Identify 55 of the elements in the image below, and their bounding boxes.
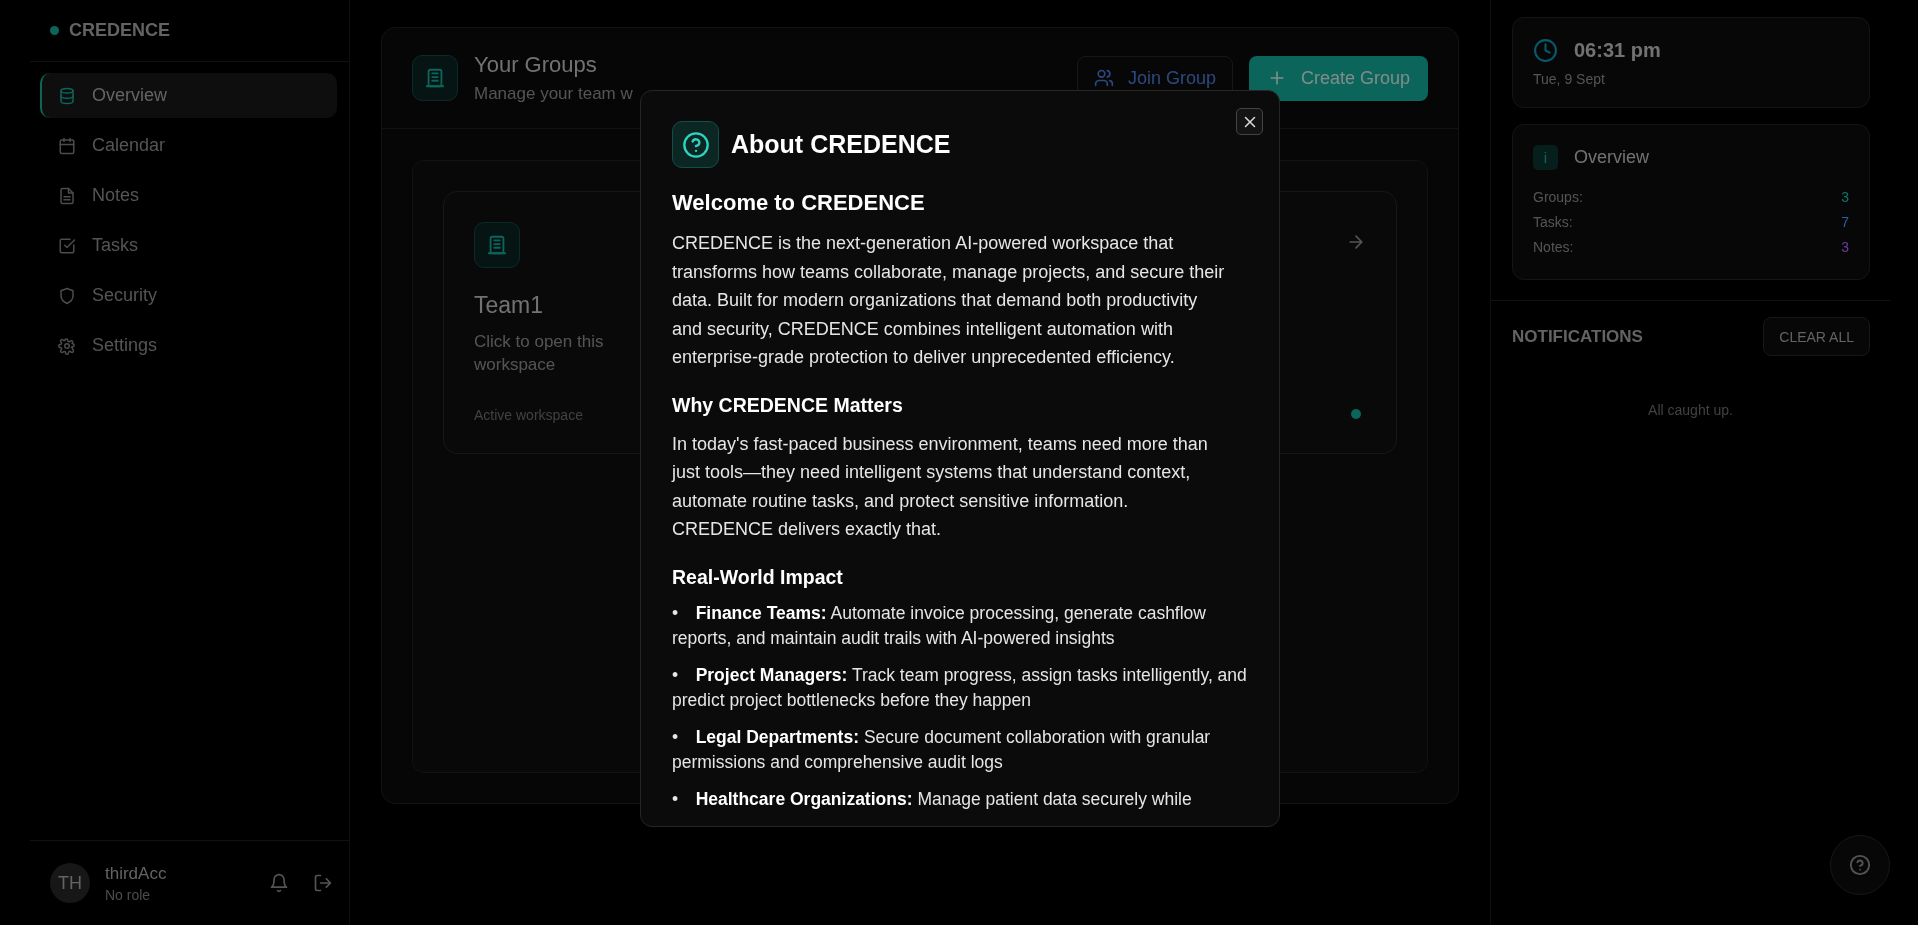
clock-time: 06:31 pm	[1574, 39, 1661, 62]
stat-label: Groups:	[1533, 188, 1583, 205]
stat-label: Tasks:	[1533, 213, 1573, 230]
list-item: • Project Managers: Track team progress, assign tasks intelligently, and predict project bottlenecks before they happen	[672, 663, 1248, 712]
stat-label: Notes:	[1533, 238, 1574, 255]
users-icon	[1093, 68, 1114, 88]
page-subtitle: Manage your team w	[474, 84, 633, 104]
calendar-icon	[58, 136, 76, 155]
group-name: Team1	[474, 292, 545, 319]
group-description: Click to open this workspace	[474, 331, 605, 376]
section-heading: Welcome to CREDENCE	[672, 190, 926, 216]
database-icon	[58, 86, 76, 105]
clock-icon	[1533, 38, 1558, 63]
settings-icon	[58, 336, 76, 355]
page-title: Your Groups	[474, 52, 598, 78]
paragraph: In today's fast-paced business environment, teams need more than just tools—they need intelligent systems that understand context, automate routine tasks, and protect sensitive information. CREDENCE delivers exactly that.	[672, 432, 1209, 541]
document-icon	[58, 186, 76, 205]
building-icon	[486, 234, 508, 256]
nav-item[interactable]: Calendar	[40, 123, 337, 168]
stat-value: 3	[1841, 238, 1849, 255]
status-dot	[50, 26, 59, 35]
building-icon	[424, 67, 446, 89]
group-status: Active workspace	[474, 407, 584, 423]
clear-all-button[interactable]: CLEAR ALL	[1763, 317, 1870, 356]
stat-value: 7	[1841, 213, 1849, 230]
nav-item[interactable]: Tasks	[40, 223, 337, 268]
dialog-title: About CREDENCE	[731, 130, 951, 159]
shield-icon	[58, 286, 76, 305]
help-icon	[1849, 854, 1871, 876]
section-heading: Why CREDENCE Matters	[672, 393, 904, 417]
checkbox-icon	[58, 236, 76, 255]
notifications-heading: NOTIFICATIONS	[1512, 326, 1643, 347]
overview-title: Overview	[1574, 147, 1649, 168]
user-role: No role	[105, 886, 152, 903]
nav-item[interactable]: Notes	[40, 173, 337, 218]
bell-icon	[269, 873, 289, 893]
clock-date: Tue, 9 Sept	[1533, 71, 1606, 87]
info-badge: i	[1533, 145, 1558, 170]
list-item: • Healthcare Organizations: Manage patient data securely while	[672, 787, 1193, 811]
avatar: TH	[50, 863, 90, 903]
list-item: • Legal Departments: Secure document collaboration with granular permissions and comprehensive audit logs	[672, 725, 1212, 774]
nav-item[interactable]: Security	[40, 273, 337, 318]
brand-name: CREDENCE	[69, 20, 170, 41]
empty-message: All caught up.	[1647, 402, 1734, 418]
help-icon	[681, 130, 710, 159]
stat-value: 3	[1841, 188, 1849, 205]
nav-item[interactable]: Overview	[40, 73, 337, 118]
user-name: thirdAcc	[105, 863, 168, 884]
paragraph: CREDENCE is the next-generation AI-powered workspace that transforms how teams collaborate, manage projects, and secure their data. Built for modern organizations that demand both productivity and security, CREDENCE combines intelligent automation with enterprise-grade protection to deliver unprecedented efficiency.	[672, 232, 1226, 369]
list-item: • Finance Teams: Automate invoice processing, generate cashflow reports, and maintain audit trails with AI-powered insights	[672, 601, 1207, 650]
section-heading: Real-World Impact	[672, 565, 844, 589]
create-group-button[interactable]: Create Group	[1248, 55, 1428, 101]
logout-icon	[313, 873, 333, 893]
nav-item[interactable]: Settings	[40, 323, 337, 368]
close-button[interactable]	[1236, 108, 1263, 135]
